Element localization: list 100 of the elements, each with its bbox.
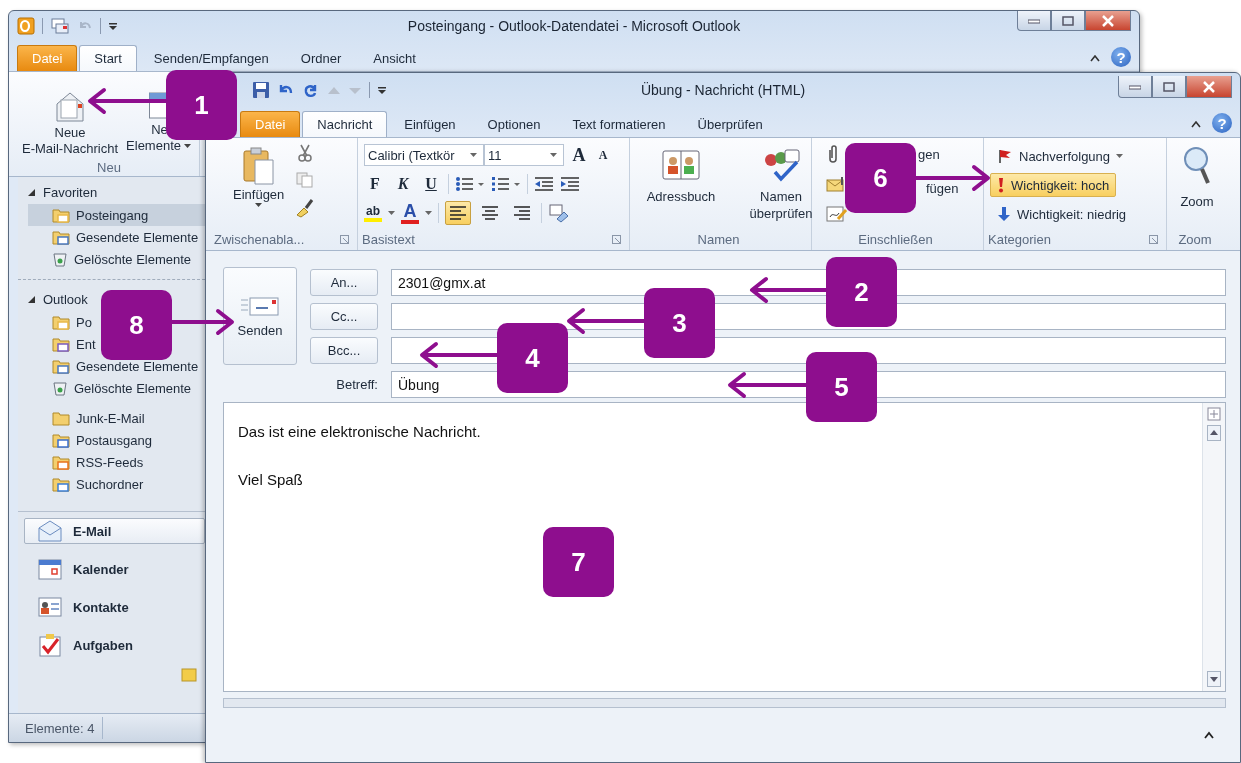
outbox-folder-icon	[52, 432, 70, 448]
folder-item[interactable]: Junk-E-Mail	[28, 407, 149, 429]
new-email-button[interactable]: Neue E-Mail-Nachricht	[19, 88, 122, 160]
font-size-dropdown[interactable]: 11	[484, 144, 564, 166]
dialog-launcher-icon[interactable]	[612, 234, 621, 244]
folder-item[interactable]: Ent	[28, 333, 100, 355]
module-button[interactable]: Aufgaben	[24, 632, 205, 658]
ribbon-tab[interactable]: Start	[79, 45, 137, 71]
new-items-label[interactable]: Ne	[151, 122, 168, 137]
caret-icon[interactable]	[425, 211, 432, 215]
ribbon-button[interactable]: gen	[918, 146, 940, 162]
scroll-up-icon[interactable]	[1207, 425, 1221, 441]
expanded-triangle-icon	[28, 296, 35, 303]
folder-item[interactable]: Gelöschte Elemente	[28, 377, 196, 399]
group-label: Zwischenabla...	[214, 231, 305, 247]
expand-icon[interactable]	[1204, 731, 1214, 739]
ribbon-tab[interactable]: Ordner	[285, 45, 357, 71]
caret-icon	[255, 203, 263, 207]
customize-menu-icon[interactable]	[377, 84, 387, 96]
bold-button[interactable]: F	[364, 173, 386, 195]
outlook-logo-icon[interactable]	[17, 17, 35, 35]
ribbon-tab[interactable]: Senden/Empfangen	[138, 45, 284, 71]
folder-item[interactable]: RSS-Feeds	[28, 451, 148, 473]
decrease-indent-icon[interactable]	[534, 176, 554, 192]
close-button[interactable]	[1186, 76, 1232, 98]
bullet-list-icon[interactable]	[455, 176, 485, 192]
scissors-icon[interactable]	[297, 144, 314, 162]
maximize-button[interactable]	[1051, 11, 1085, 31]
group-label: Kategorien	[988, 231, 1051, 247]
folder-item[interactable]: Gesendete Elemente	[28, 226, 203, 248]
highlight-button[interactable]: ab	[364, 204, 382, 222]
module-button[interactable]: Kontakte	[24, 594, 205, 620]
ribbon-tab[interactable]: Überprüfen	[682, 111, 778, 137]
send-button[interactable]: Senden	[223, 267, 297, 365]
callout-badge: 5	[806, 352, 877, 422]
ribbon-tab[interactable]: Nachricht	[302, 111, 388, 137]
ribbon-button[interactable]: Wichtigkeit: hoch	[990, 173, 1117, 197]
align-right-icon	[513, 206, 531, 220]
sent-folder-icon	[52, 358, 70, 374]
caret-icon	[550, 153, 557, 157]
folder-item[interactable]: Posteingang	[28, 204, 205, 226]
group-label: Namen	[697, 231, 740, 247]
group-label: Zoom	[1178, 231, 1212, 247]
ribbon-button[interactable]: Wichtigkeit: niedrig	[990, 202, 1134, 226]
collapse-ribbon-icon[interactable]	[1089, 53, 1101, 63]
underline-button[interactable]: U	[420, 173, 442, 195]
save-icon[interactable]	[252, 81, 270, 99]
align-center-icon	[481, 206, 499, 220]
minimize-button[interactable]	[1118, 76, 1152, 98]
shrink-font-button[interactable]: A	[594, 144, 612, 166]
font-dropdown[interactable]: Calibri (Textkör	[364, 144, 484, 166]
check-names-button[interactable]: Namen überprüfen	[738, 146, 824, 228]
scroll-down-icon[interactable]	[1207, 671, 1221, 687]
dialog-launcher-icon[interactable]	[1149, 234, 1158, 244]
window-title: Übung - Nachricht (HTML)	[640, 82, 806, 98]
collapse-ribbon-icon[interactable]	[1190, 119, 1202, 129]
address-button[interactable]: Cc...	[310, 303, 378, 330]
paperclip-icon[interactable]	[826, 144, 840, 164]
numbered-list-icon[interactable]	[491, 176, 521, 192]
format-painter-icon[interactable]	[295, 198, 316, 218]
ribbon-tab[interactable]: Text formatieren	[557, 111, 681, 137]
horizontal-scrollbar[interactable]	[223, 698, 1226, 708]
scrollbar[interactable]	[1202, 403, 1225, 691]
new-items-label[interactable]: Elemente	[126, 138, 191, 153]
minimize-icon	[1028, 17, 1040, 24]
module-button[interactable]: Kalender	[24, 556, 205, 582]
ribbon-tab[interactable]: Einfügen	[389, 111, 471, 137]
folder-item[interactable]: Suchordner	[28, 473, 148, 495]
address-button[interactable]: An...	[310, 269, 378, 296]
signature-icon[interactable]	[826, 205, 848, 223]
address-book-button[interactable]: Adressbuch	[638, 146, 724, 228]
clear-formatting-icon[interactable]	[548, 203, 570, 223]
ribbon-tab[interactable]: Ansicht	[358, 45, 431, 71]
folder-section-header[interactable]: Favoriten	[18, 183, 205, 204]
folder-item[interactable]: Gelöschte Elemente	[28, 248, 196, 270]
folder-item[interactable]: Po	[28, 311, 96, 333]
module-button[interactable]: E-Mail	[24, 518, 205, 544]
caret-icon[interactable]	[388, 211, 395, 215]
customize-menu-icon[interactable]	[108, 20, 118, 32]
align-button[interactable]	[445, 201, 471, 225]
body-text: Viel Spaß	[238, 471, 304, 488]
increase-indent-icon[interactable]	[560, 176, 580, 192]
ribbon-button[interactable]: Nachverfolgung	[990, 144, 1131, 168]
ribbon-tab[interactable]: Optionen	[472, 111, 556, 137]
send-receive-icon[interactable]	[50, 17, 70, 35]
ribbon-button[interactable]: fügen	[926, 172, 959, 196]
grow-font-button[interactable]: A	[570, 144, 588, 166]
close-button[interactable]	[1085, 11, 1131, 31]
subject-label: Betreff:	[335, 377, 378, 392]
dialog-launcher-icon[interactable]	[340, 234, 349, 244]
zoom-button[interactable]: Zoom	[1177, 144, 1217, 228]
italic-button[interactable]: K	[392, 173, 414, 195]
font-color-button[interactable]: A	[401, 202, 419, 224]
callout-arrow	[172, 309, 234, 335]
callout-badge: 6	[845, 143, 916, 213]
maximize-button[interactable]	[1152, 76, 1186, 98]
minimize-button[interactable]	[1017, 11, 1051, 31]
paste-button[interactable]: Einfügen	[230, 144, 288, 228]
address-button[interactable]: Bcc...	[310, 337, 378, 364]
folder-item[interactable]: Postausgang	[28, 429, 156, 451]
